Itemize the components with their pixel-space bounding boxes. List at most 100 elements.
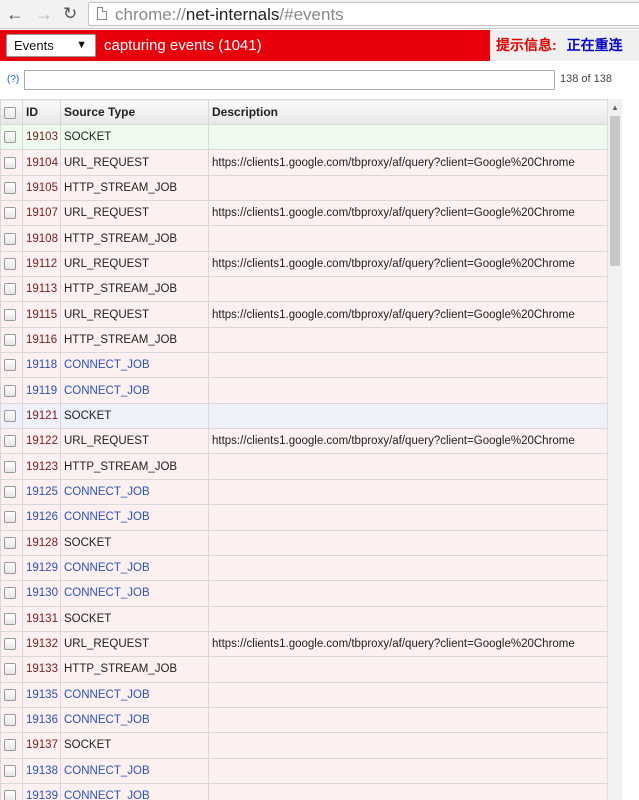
row-checkbox-cell[interactable] bbox=[0, 149, 23, 176]
row-checkbox-cell[interactable] bbox=[0, 402, 23, 430]
table-row[interactable]: 19118 CONNECT_JOB bbox=[0, 352, 607, 379]
table-row[interactable]: 19125 CONNECT_JOB bbox=[0, 478, 607, 506]
table-row[interactable]: 19108 HTTP_STREAM_JOB bbox=[0, 225, 607, 252]
address-bar[interactable]: chrome://net-internals/#events bbox=[88, 2, 639, 26]
table-row[interactable]: 19113 HTTP_STREAM_JOB bbox=[0, 276, 607, 303]
row-checkbox[interactable] bbox=[4, 283, 16, 296]
row-checkbox[interactable] bbox=[4, 612, 16, 625]
scroll-up-arrow-icon[interactable]: ▲ bbox=[611, 103, 619, 112]
row-checkbox-cell[interactable] bbox=[0, 428, 23, 455]
vertical-scrollbar[interactable]: ▲ bbox=[607, 99, 622, 800]
url-text[interactable]: chrome://net-internals/#events bbox=[115, 4, 344, 25]
table-row[interactable]: 19123 HTTP_STREAM_JOB bbox=[0, 453, 607, 480]
row-checkbox[interactable] bbox=[4, 181, 16, 194]
table-row[interactable]: 19138 CONNECT_JOB bbox=[0, 757, 607, 784]
table-row[interactable]: 19121 SOCKET bbox=[0, 402, 607, 430]
table-row[interactable]: 19104 URL_REQUEST https://clients1.google.… bbox=[0, 149, 607, 176]
table-row[interactable]: 19129 CONNECT_JOB bbox=[0, 554, 607, 582]
row-checkbox[interactable] bbox=[4, 739, 16, 752]
row-checkbox-cell[interactable] bbox=[0, 732, 23, 759]
row-source-type: URL_REQUEST bbox=[60, 428, 209, 455]
reload-icon[interactable]: ↻ bbox=[63, 3, 77, 25]
column-header-description[interactable]: Description bbox=[208, 99, 607, 125]
filter-help-link[interactable]: (?) bbox=[7, 74, 19, 85]
table-row[interactable]: 19133 HTTP_STREAM_JOB bbox=[0, 656, 607, 683]
row-checkbox[interactable] bbox=[4, 409, 16, 422]
column-header-id[interactable]: ID bbox=[22, 99, 61, 125]
row-checkbox[interactable] bbox=[4, 587, 16, 600]
row-checkbox-cell[interactable] bbox=[0, 123, 23, 151]
table-row[interactable]: 19105 HTTP_STREAM_JOB bbox=[0, 174, 607, 202]
select-all-checkbox[interactable] bbox=[4, 106, 16, 119]
row-checkbox-cell[interactable] bbox=[0, 326, 23, 354]
table-row[interactable]: 19131 SOCKET bbox=[0, 605, 607, 632]
row-checkbox-cell[interactable] bbox=[0, 504, 23, 531]
row-checkbox-cell[interactable] bbox=[0, 656, 23, 683]
select-all-checkbox-cell[interactable] bbox=[0, 99, 23, 125]
table-row[interactable]: 19136 CONNECT_JOB bbox=[0, 706, 607, 734]
table-row[interactable]: 19128 SOCKET bbox=[0, 529, 607, 556]
row-checkbox[interactable] bbox=[4, 308, 16, 321]
forward-arrow-icon[interactable]: → bbox=[35, 3, 53, 25]
row-checkbox[interactable] bbox=[4, 359, 16, 372]
row-checkbox-cell[interactable] bbox=[0, 377, 23, 404]
row-checkbox[interactable] bbox=[4, 460, 16, 473]
table-row[interactable]: 19115 URL_REQUEST https://clients1.google.… bbox=[0, 301, 607, 328]
row-checkbox[interactable] bbox=[4, 384, 16, 397]
row-checkbox[interactable] bbox=[4, 536, 16, 549]
row-checkbox-cell[interactable] bbox=[0, 478, 23, 506]
filter-input[interactable] bbox=[24, 70, 555, 90]
row-checkbox-cell[interactable] bbox=[0, 352, 23, 379]
row-checkbox-cell[interactable] bbox=[0, 706, 23, 734]
table-row[interactable]: 19116 HTTP_STREAM_JOB bbox=[0, 326, 607, 354]
table-row[interactable]: 19132 URL_REQUEST https://clients1.google.… bbox=[0, 630, 607, 658]
row-checkbox[interactable] bbox=[4, 663, 16, 676]
row-checkbox[interactable] bbox=[4, 333, 16, 346]
row-checkbox[interactable] bbox=[4, 156, 16, 169]
table-row[interactable]: 19139 CONNECT_JOB bbox=[0, 782, 607, 800]
row-checkbox-cell[interactable] bbox=[0, 453, 23, 480]
table-row[interactable]: 19130 CONNECT_JOB bbox=[0, 580, 607, 607]
row-checkbox[interactable] bbox=[4, 764, 16, 777]
row-checkbox-cell[interactable] bbox=[0, 605, 23, 632]
row-checkbox[interactable] bbox=[4, 435, 16, 448]
row-checkbox-cell[interactable] bbox=[0, 200, 23, 227]
table-row[interactable]: 19103 SOCKET bbox=[0, 123, 607, 151]
row-checkbox-cell[interactable] bbox=[0, 529, 23, 556]
row-checkbox[interactable] bbox=[4, 638, 16, 651]
row-checkbox[interactable] bbox=[4, 688, 16, 701]
row-checkbox[interactable] bbox=[4, 257, 16, 270]
row-checkbox-cell[interactable] bbox=[0, 782, 23, 800]
row-checkbox-cell[interactable] bbox=[0, 250, 23, 278]
row-checkbox[interactable] bbox=[4, 232, 16, 245]
table-row[interactable]: 19112 URL_REQUEST https://clients1.google.… bbox=[0, 250, 607, 278]
column-header-source-type[interactable]: Source Type bbox=[60, 99, 209, 125]
row-checkbox-cell[interactable] bbox=[0, 757, 23, 784]
view-dropdown[interactable]: Events ▼ bbox=[6, 34, 96, 57]
row-checkbox-cell[interactable] bbox=[0, 554, 23, 582]
event-count: 138 of 138 bbox=[560, 73, 612, 85]
row-checkbox[interactable] bbox=[4, 485, 16, 498]
table-row[interactable]: 19126 CONNECT_JOB bbox=[0, 504, 607, 531]
table-row[interactable]: 19107 URL_REQUEST https://clients1.google.… bbox=[0, 200, 607, 227]
table-row[interactable]: 19135 CONNECT_JOB bbox=[0, 681, 607, 708]
table-row[interactable]: 19119 CONNECT_JOB bbox=[0, 377, 607, 404]
row-checkbox-cell[interactable] bbox=[0, 174, 23, 202]
row-checkbox-cell[interactable] bbox=[0, 225, 23, 252]
row-checkbox[interactable] bbox=[4, 790, 16, 800]
row-checkbox-cell[interactable] bbox=[0, 681, 23, 708]
back-arrow-icon[interactable]: ← bbox=[6, 3, 24, 25]
row-checkbox-cell[interactable] bbox=[0, 580, 23, 607]
row-checkbox-cell[interactable] bbox=[0, 276, 23, 303]
table-row[interactable]: 19137 SOCKET bbox=[0, 732, 607, 759]
row-id: 19136 bbox=[22, 706, 61, 734]
table-row[interactable]: 19122 URL_REQUEST https://clients1.google.… bbox=[0, 428, 607, 455]
row-checkbox[interactable] bbox=[4, 562, 16, 574]
row-checkbox[interactable] bbox=[4, 714, 16, 727]
row-checkbox-cell[interactable] bbox=[0, 301, 23, 328]
row-checkbox-cell[interactable] bbox=[0, 630, 23, 658]
row-checkbox[interactable] bbox=[4, 511, 16, 524]
scrollbar-thumb[interactable] bbox=[610, 116, 620, 266]
row-checkbox[interactable] bbox=[4, 131, 16, 144]
row-checkbox[interactable] bbox=[4, 207, 16, 220]
